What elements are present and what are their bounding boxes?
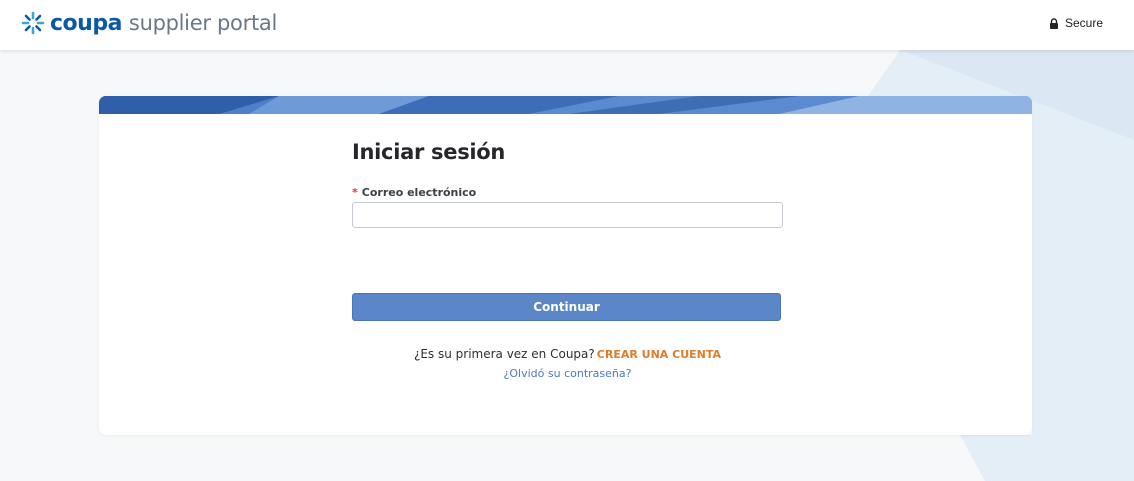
- page-title: Iniciar sesión: [352, 140, 506, 164]
- first-time-text: ¿Es su primera vez en Coupa?: [413, 347, 595, 361]
- top-header: coupa supplier portal Secure: [0, 0, 1134, 50]
- secure-indicator: Secure: [1049, 16, 1103, 30]
- coupa-logo-icon: [21, 11, 45, 35]
- create-account-link[interactable]: CREAR UNA CUENTA: [597, 348, 721, 361]
- coupa-logo[interactable]: coupa supplier portal: [20, 8, 277, 38]
- continue-button[interactable]: Continuar: [352, 293, 781, 321]
- first-time-prompt: ¿Es su primera vez en Coupa? CREAR UNA CU…: [352, 347, 783, 361]
- email-field[interactable]: [352, 202, 783, 228]
- lock-icon: [1049, 17, 1058, 29]
- logo-product-text: supplier portal: [128, 11, 277, 35]
- secure-label: Secure: [1064, 16, 1103, 30]
- email-label-text: Correo electrónico: [361, 186, 477, 199]
- login-form: Iniciar sesión * Correo electrónico Cont…: [352, 140, 783, 380]
- card-banner: [99, 96, 1032, 114]
- email-label: * Correo electrónico: [352, 186, 783, 199]
- required-marker: *: [352, 186, 358, 199]
- logo-brand-text: coupa: [50, 10, 122, 36]
- login-card: Iniciar sesión * Correo electrónico Cont…: [99, 96, 1032, 435]
- forgot-password-link[interactable]: ¿Olvidó su contraseña?: [352, 367, 783, 380]
